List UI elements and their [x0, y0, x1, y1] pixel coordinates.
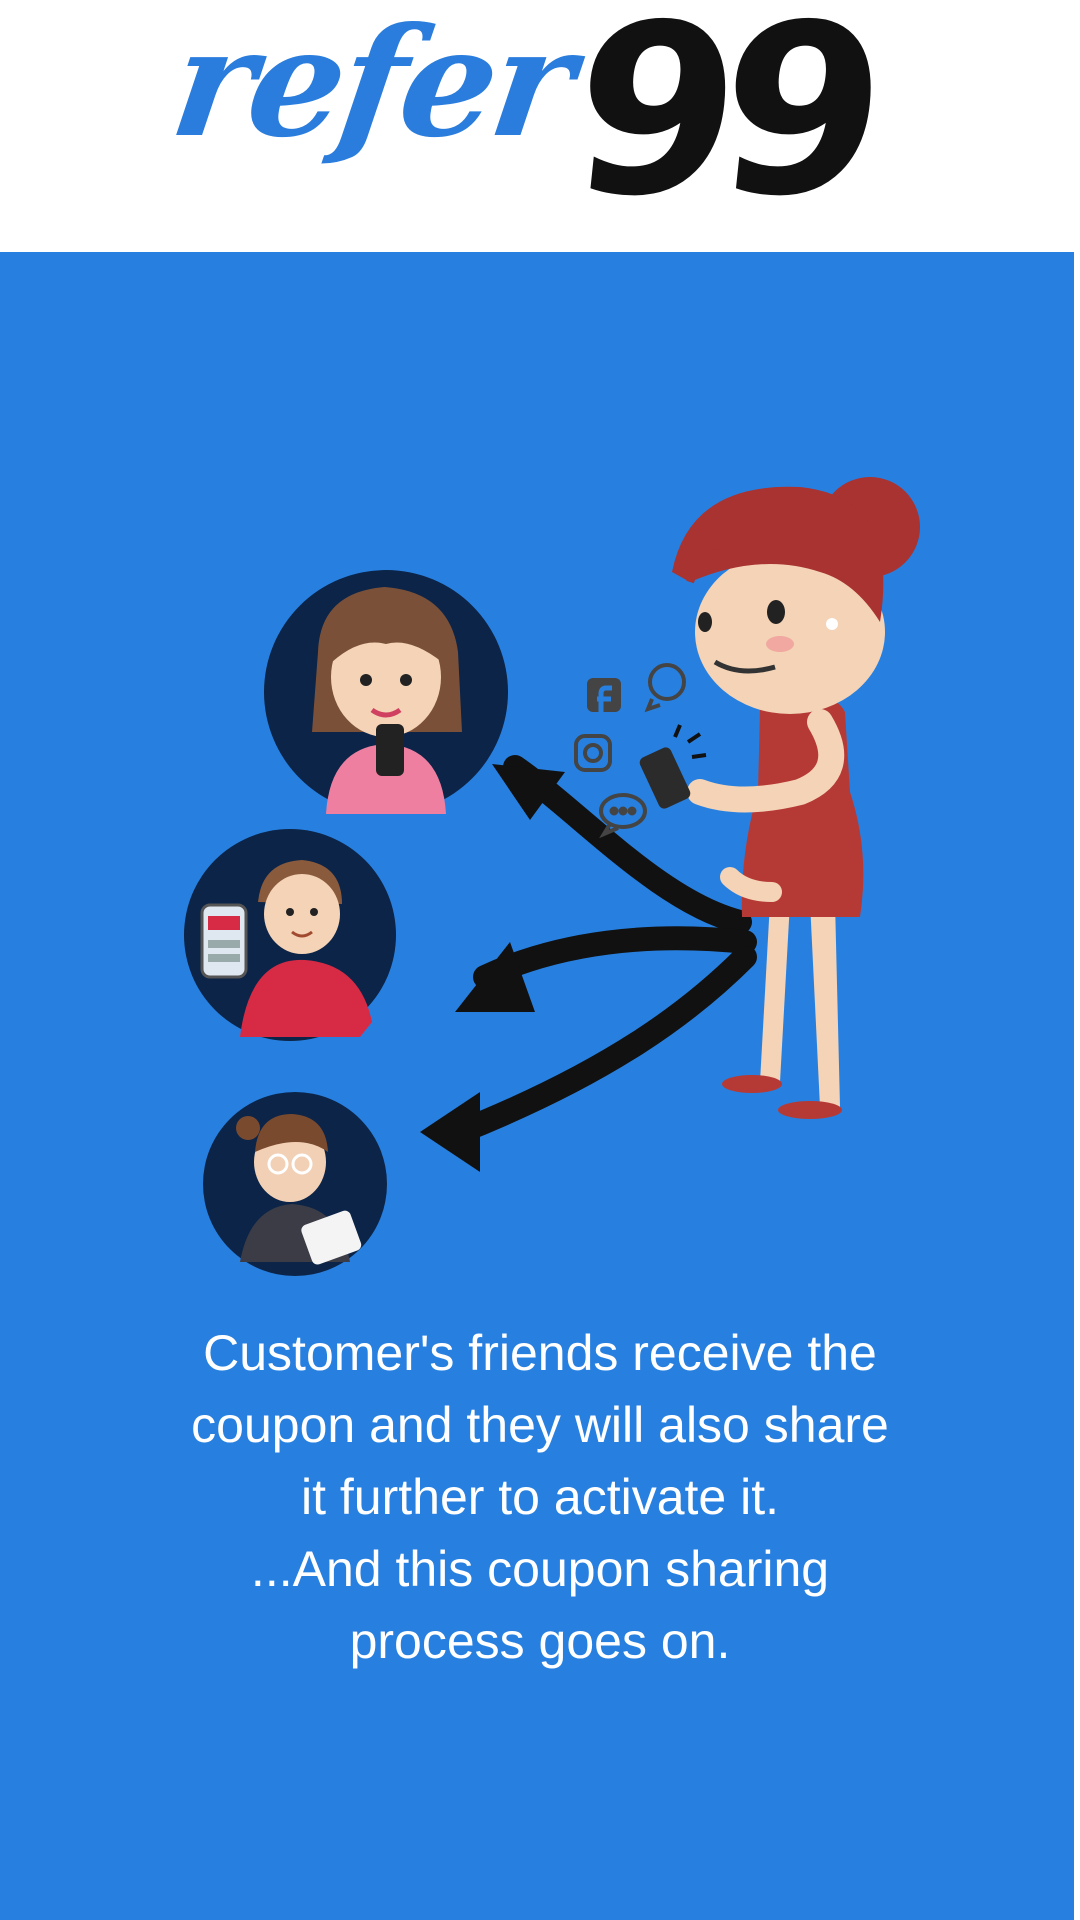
screen-edge [1074, 0, 1080, 1920]
caption-line: Customer's friends receive the [203, 1325, 877, 1381]
chat-bubble-icon [599, 793, 647, 839]
whatsapp-icon [644, 663, 686, 713]
facebook-icon [587, 678, 621, 712]
caption-text: Customer's friends receive the coupon an… [90, 1317, 990, 1677]
onboarding-panel: Customer's friends receive the coupon an… [0, 252, 1080, 1920]
instagram-icon [574, 734, 612, 772]
caption-line: coupon and they will also share [191, 1397, 889, 1453]
referral-illustration [184, 477, 920, 1276]
caption-line: it further to activate it. [301, 1469, 779, 1525]
logo-refer-word: refer [162, 0, 581, 171]
arrowhead-3 [420, 1092, 480, 1172]
friend-avatar-2 [184, 829, 396, 1041]
friend-avatar-3 [203, 1092, 387, 1276]
caption-line: ...And this coupon sharing [250, 1541, 830, 1597]
friend-avatar-1 [264, 570, 508, 814]
caption-line: process goes on. [349, 1613, 731, 1669]
logo-99-number: 99 [560, 0, 881, 248]
app-header: refer 99 [0, 0, 1080, 252]
share-arrows [420, 755, 757, 1172]
arrow-to-friend-2 [473, 926, 757, 989]
